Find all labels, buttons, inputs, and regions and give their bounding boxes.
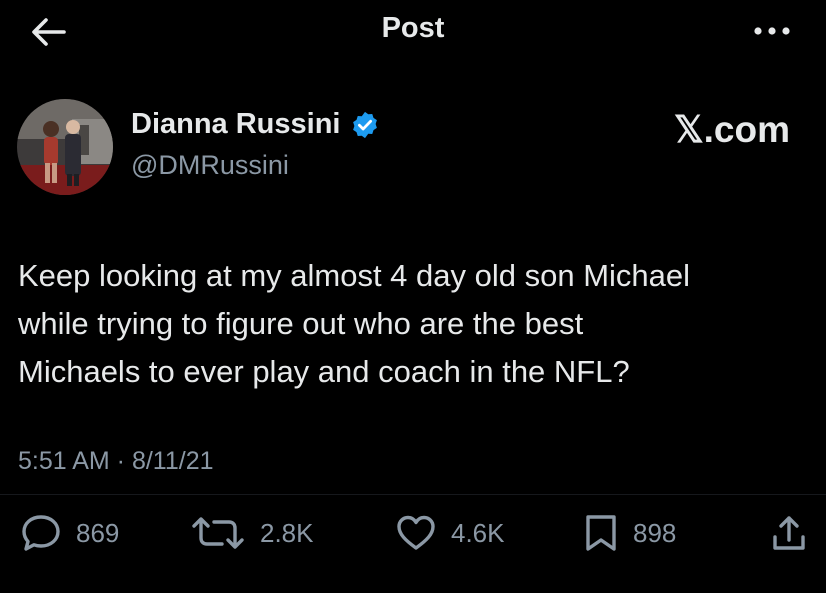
more-options-button[interactable] <box>750 18 794 44</box>
tweet-timestamp[interactable]: 5:51 AM · 8/11/21 <box>18 447 214 476</box>
more-horizontal-icon <box>754 27 790 35</box>
divider <box>0 494 826 495</box>
reply-count: 869 <box>76 517 120 548</box>
like-count: 4.6K <box>451 517 505 548</box>
share-icon <box>773 516 805 550</box>
reply-button[interactable]: 869 <box>20 513 119 553</box>
author-handle[interactable]: @DMRussini <box>131 150 289 181</box>
repost-icon <box>192 517 244 549</box>
page-title: Post <box>381 12 445 44</box>
share-button[interactable] <box>769 513 809 553</box>
author-name-row[interactable]: Dianna Russini <box>131 108 380 141</box>
bookmark-icon <box>586 515 616 551</box>
repost-button[interactable]: 2.8K <box>190 513 314 553</box>
avatar[interactable] <box>17 99 113 195</box>
verified-badge-icon <box>352 111 377 138</box>
avatar-photo <box>17 99 113 195</box>
tweet-text: Keep looking at my almost 4 day old son … <box>18 258 691 389</box>
repost-count: 2.8K <box>260 517 314 548</box>
heart-icon <box>397 515 435 550</box>
bookmark-count: 898 <box>633 517 677 548</box>
like-button[interactable]: 4.6K <box>395 513 505 553</box>
bookmark-button[interactable]: 898 <box>583 513 676 553</box>
top-bar: Post <box>0 0 826 64</box>
x-watermark: 𝕏.com <box>673 109 790 150</box>
reply-icon <box>22 515 60 551</box>
author-name[interactable]: Dianna Russini <box>131 108 341 141</box>
